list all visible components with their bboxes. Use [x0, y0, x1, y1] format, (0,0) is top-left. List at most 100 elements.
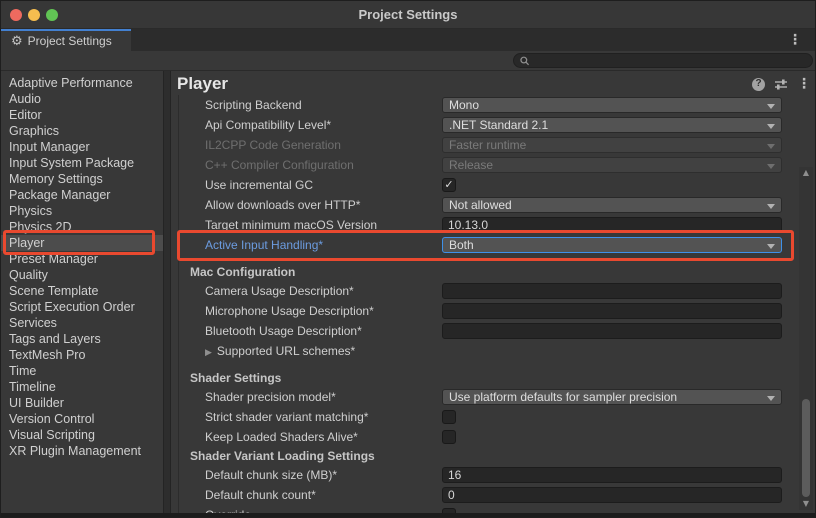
search-input[interactable]: [534, 54, 806, 68]
setting-row-use-incremental-gc: Use incremental GC✓: [179, 175, 798, 195]
setting-label: Default chunk size (MB)*: [179, 468, 442, 482]
section-header-shader-variant-loading-settings: Shader Variant Loading Settings: [179, 447, 798, 465]
sidebar-resize-handle[interactable]: [163, 71, 171, 513]
setting-row-default-chunk-size-mb: Default chunk size (MB)*: [179, 465, 798, 485]
textfield-default-chunk-count[interactable]: [442, 487, 782, 503]
setting-row-c-compiler-configuration: C++ Compiler ConfigurationRelease: [179, 155, 798, 175]
panel-header: Player ? ⋮: [177, 73, 811, 95]
setting-row-microphone-usage-description: Microphone Usage Description*: [179, 301, 798, 321]
sidebar-item-timeline[interactable]: Timeline: [1, 379, 163, 395]
sidebar-item-adaptive-performance[interactable]: Adaptive Performance: [1, 75, 163, 91]
settings-rows: Scripting Backend Mono Api Compatibility L…: [178, 95, 798, 513]
setting-row-shader-precision-model: Shader precision model*Use platform defa…: [179, 387, 798, 407]
dropdown-allow-downloads-over-http[interactable]: Not allowed: [442, 197, 782, 213]
sidebar-item-time[interactable]: Time: [1, 363, 163, 379]
checkbox-use-incremental-gc[interactable]: ✓: [442, 178, 456, 192]
setting-label: IL2CPP Code Generation: [179, 138, 442, 152]
vertical-scrollbar[interactable]: ▲ ▼: [799, 167, 813, 510]
kebab-menu-icon[interactable]: ⋮: [797, 77, 811, 91]
setting-row-active-input-handling: Active Input Handling*Both: [179, 235, 798, 255]
setting-row-supported-url-schemes[interactable]: ▶Supported URL schemes*: [179, 341, 798, 361]
sidebar-item-preset-manager[interactable]: Preset Manager: [1, 251, 163, 267]
textfield-default-chunk-size-mb[interactable]: [442, 467, 782, 483]
gear-icon: ⚙: [11, 35, 23, 48]
setting-label: Shader precision model*: [179, 390, 442, 404]
dropdown-c-compiler-configuration: Release: [442, 157, 782, 173]
sidebar-item-input-system-package[interactable]: Input System Package: [1, 155, 163, 171]
project-settings-window: Project Settings ⚙ Project Settings ⋮ Ad…: [0, 0, 816, 518]
setting-label: Keep Loaded Shaders Alive*: [179, 430, 442, 444]
chevron-down-icon: [767, 124, 775, 129]
checkbox-keep-loaded-shaders-alive[interactable]: [442, 430, 456, 444]
tab-label: Project Settings: [28, 34, 112, 48]
setting-row-api-compatibility-level: Api Compatibility Level* .NET Standard 2.…: [179, 115, 798, 135]
help-icon[interactable]: ?: [752, 78, 765, 91]
setting-label: Api Compatibility Level*: [179, 118, 442, 132]
textfield-camera-usage-description[interactable]: [442, 283, 782, 299]
dropdown-active-input-handling[interactable]: Both: [442, 237, 782, 253]
setting-label: Bluetooth Usage Description*: [179, 324, 442, 338]
setting-row-scripting-backend: Scripting Backend Mono: [179, 95, 798, 115]
chevron-down-icon: [767, 244, 775, 249]
dropdown-value: Release: [449, 158, 493, 172]
dropdown-value: Both: [449, 238, 474, 252]
setting-label: Scripting Backend: [179, 98, 442, 112]
sidebar-item-audio[interactable]: Audio: [1, 91, 163, 107]
setting-row-il2cpp-code-generation: IL2CPP Code GenerationFaster runtime: [179, 135, 798, 155]
setting-label: Camera Usage Description*: [179, 284, 442, 298]
chevron-down-icon: [767, 144, 775, 149]
chevron-down-icon: [767, 204, 775, 209]
setting-label: Strict shader variant matching*: [179, 410, 442, 424]
dropdown-scripting-backend[interactable]: Mono: [442, 97, 782, 113]
sidebar-item-physics[interactable]: Physics: [1, 203, 163, 219]
foldout-triangle-icon[interactable]: ▶: [205, 348, 212, 358]
setting-row-target-minimum-macos-version: Target minimum macOS Version: [179, 215, 798, 235]
setting-label: Use incremental GC: [179, 178, 442, 192]
player-settings-panel: Player ? ⋮ Scripting Backend Mono Api Comp…: [171, 73, 815, 513]
window-bottom-edge: [1, 513, 815, 517]
sidebar-item-quality[interactable]: Quality: [1, 267, 163, 283]
titlebar: Project Settings: [1, 1, 815, 29]
dropdown-shader-precision-model[interactable]: Use platform defaults for sampler precis…: [442, 389, 782, 405]
presets-icon[interactable]: [774, 78, 788, 91]
sidebar-item-visual-scripting[interactable]: Visual Scripting: [1, 427, 163, 443]
dropdown-api-compatibility-level[interactable]: .NET Standard 2.1: [442, 117, 782, 133]
checkbox-strict-shader-variant-matching[interactable]: [442, 410, 456, 424]
scrollbar-thumb[interactable]: [802, 399, 810, 497]
sidebar-item-script-execution-order[interactable]: Script Execution Order: [1, 299, 163, 315]
setting-label: Microphone Usage Description*: [179, 304, 442, 318]
panel-title: Player: [177, 74, 228, 94]
dropdown-value: Mono: [449, 98, 479, 112]
sidebar-item-xr-plugin-management[interactable]: XR Plugin Management: [1, 443, 163, 459]
sidebar-item-tags-and-layers[interactable]: Tags and Layers: [1, 331, 163, 347]
sidebar-item-graphics[interactable]: Graphics: [1, 123, 163, 139]
sidebar-item-physics-2d[interactable]: Physics 2D: [1, 219, 163, 235]
sidebar-item-editor[interactable]: Editor: [1, 107, 163, 123]
chevron-down-icon: [767, 396, 775, 401]
scroll-up-icon[interactable]: ▲: [799, 167, 813, 179]
kebab-menu-icon[interactable]: ⋮: [788, 33, 802, 47]
sidebar-item-player[interactable]: Player: [1, 235, 163, 251]
setting-row-bluetooth-usage-description: Bluetooth Usage Description*: [179, 321, 798, 341]
sidebar-item-version-control[interactable]: Version Control: [1, 411, 163, 427]
search-icon: [520, 56, 530, 66]
search-field[interactable]: [513, 53, 813, 68]
tab-bar: ⚙ Project Settings ⋮: [1, 29, 815, 51]
sidebar-item-package-manager[interactable]: Package Manager: [1, 187, 163, 203]
sidebar-item-services[interactable]: Services: [1, 315, 163, 331]
sidebar-item-memory-settings[interactable]: Memory Settings: [1, 171, 163, 187]
sidebar-item-input-manager[interactable]: Input Manager: [1, 139, 163, 155]
textfield-bluetooth-usage-description[interactable]: [442, 323, 782, 339]
setting-label: Target minimum macOS Version: [179, 218, 442, 232]
textfield-microphone-usage-description[interactable]: [442, 303, 782, 319]
sidebar-item-textmesh-pro[interactable]: TextMesh Pro: [1, 347, 163, 363]
dropdown-il2cpp-code-generation: Faster runtime: [442, 137, 782, 153]
textfield-target-minimum-macos-version[interactable]: [442, 217, 782, 233]
scroll-down-icon[interactable]: ▼: [799, 498, 813, 510]
sidebar-item-scene-template[interactable]: Scene Template: [1, 283, 163, 299]
setting-row-keep-loaded-shaders-alive: Keep Loaded Shaders Alive*: [179, 427, 798, 447]
sidebar-item-ui-builder[interactable]: UI Builder: [1, 395, 163, 411]
dropdown-value: .NET Standard 2.1: [449, 118, 548, 132]
setting-row-strict-shader-variant-matching: Strict shader variant matching*: [179, 407, 798, 427]
tab-project-settings[interactable]: ⚙ Project Settings: [1, 29, 131, 51]
